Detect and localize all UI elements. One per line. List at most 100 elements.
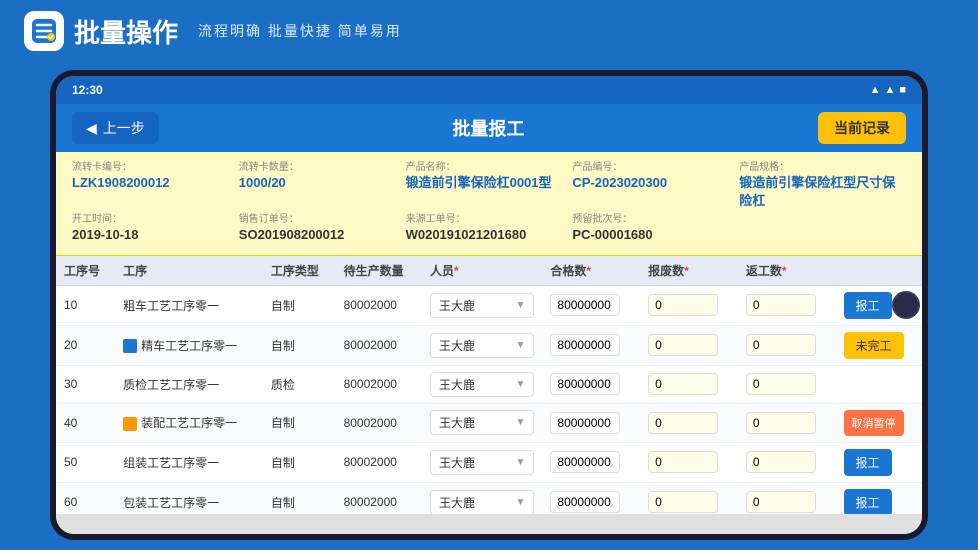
info-card-number: 流转卡编号： LZK1908200012	[72, 162, 239, 210]
rework-input[interactable]	[746, 294, 816, 316]
cell-seq: 10	[56, 285, 115, 325]
col-qty: 待生产数量	[336, 256, 422, 286]
chevron-down-icon: ▼	[515, 300, 525, 311]
qualified-input[interactable]	[550, 412, 620, 434]
home-button[interactable]	[892, 291, 920, 319]
table-header-row: 工序号 工序 工序类型 待生产数量 人员* 合格数* 报废数* 返工数*	[56, 256, 922, 286]
chevron-down-icon: ▼	[515, 457, 525, 468]
person-name: 王大鹿	[439, 414, 475, 431]
bottom-bar	[56, 514, 922, 534]
cell-person[interactable]: 王大鹿▼	[422, 285, 542, 325]
back-arrow-icon: ◀	[86, 120, 97, 137]
baogong-button[interactable]: 报工	[844, 449, 892, 476]
table-row: 50组装工艺工序零一自制80002000王大鹿▼报工	[56, 442, 922, 482]
page-container: ◀ 上一步 批量报工 当前记录 流转卡编号： LZK1908200012 流转卡…	[56, 104, 922, 534]
baogong-button[interactable]: 报工	[844, 489, 892, 514]
info-batch-no: 预留批次号： PC-00001680	[572, 214, 739, 244]
blue-status-icon	[123, 339, 137, 353]
cell-rework[interactable]	[738, 285, 836, 325]
cell-scrap[interactable]	[640, 482, 738, 514]
qualified-input[interactable]	[550, 491, 620, 513]
wifi-icon: ▲	[870, 84, 881, 96]
cell-qty: 80002000	[336, 482, 422, 514]
cell-person[interactable]: 王大鹿 ▼	[422, 442, 542, 482]
data-table: 工序号 工序 工序类型 待生产数量 人员* 合格数* 报废数* 返工数* 10粗…	[56, 256, 922, 514]
scrap-input[interactable]	[648, 491, 718, 513]
cell-rework[interactable]	[738, 325, 836, 365]
rework-input[interactable]	[746, 451, 816, 473]
cell-person[interactable]: 王大鹿▼	[422, 325, 542, 365]
cell-qualified[interactable]	[542, 403, 640, 442]
table-row: 20精车工艺工序零一自制80002000王大鹿▼未完工	[56, 325, 922, 365]
cell-scrap[interactable]	[640, 442, 738, 482]
page-header: ◀ 上一步 批量报工 当前记录	[56, 104, 922, 152]
qualified-input[interactable]	[550, 373, 620, 395]
app-title: 批量操作	[74, 13, 178, 50]
person-name: 王大鹿	[439, 454, 475, 471]
chevron-down-icon: ▼	[515, 417, 525, 428]
cell-person[interactable]: 王大鹿▼	[422, 482, 542, 514]
person-select[interactable]: 王大鹿 ▼	[430, 372, 534, 397]
person-select[interactable]: 王大鹿▼	[430, 293, 534, 318]
cell-qualified[interactable]	[542, 325, 640, 365]
info-product-spec: 产品规格： 锻造前引擎保险杠型尺寸保险杠	[739, 162, 906, 210]
quxiaozhanting-button[interactable]: 取消暂停	[844, 410, 904, 436]
person-select[interactable]: 王大鹿▼	[430, 490, 534, 514]
cell-action[interactable]: 取消暂停	[836, 403, 922, 442]
info-start-time: 开工时间： 2019-10-18	[72, 214, 239, 244]
scrap-input[interactable]	[648, 294, 718, 316]
cell-scrap[interactable]	[640, 325, 738, 365]
person-name: 王大鹿	[439, 376, 475, 393]
person-select[interactable]: 王大鹿 ▼	[430, 450, 534, 475]
person-select[interactable]: 王大鹿 ▼	[430, 410, 534, 435]
weiwangong-button[interactable]: 未完工	[844, 332, 904, 359]
person-select[interactable]: 王大鹿▼	[430, 333, 534, 358]
cell-action[interactable]	[836, 365, 922, 403]
cell-type: 自制	[263, 325, 336, 365]
cell-rework[interactable]	[738, 403, 836, 442]
col-seq: 工序号	[56, 256, 115, 286]
scrap-input[interactable]	[648, 334, 718, 356]
chevron-down-icon: ▼	[515, 379, 525, 390]
cell-rework[interactable]	[738, 482, 836, 514]
info-card-qty: 流转卡数量： 1000/20	[239, 162, 406, 210]
rework-input[interactable]	[746, 412, 816, 434]
table-row: 10粗车工艺工序零一自制80002000王大鹿▼报工	[56, 285, 922, 325]
cell-process: 装配工艺工序零一	[115, 403, 263, 442]
scrap-input[interactable]	[648, 373, 718, 395]
cell-action[interactable]: 报工	[836, 442, 922, 482]
back-button[interactable]: ◀ 上一步	[72, 112, 159, 144]
cell-action[interactable]: 报工	[836, 482, 922, 514]
scrap-input[interactable]	[648, 412, 718, 434]
cell-scrap[interactable]	[640, 403, 738, 442]
table-row: 60包装工艺工序零一自制80002000王大鹿▼报工	[56, 482, 922, 514]
cell-qualified[interactable]	[542, 482, 640, 514]
cell-qualified[interactable]	[542, 285, 640, 325]
col-action	[836, 256, 922, 286]
cell-scrap[interactable]	[640, 365, 738, 403]
cell-person[interactable]: 王大鹿 ▼	[422, 365, 542, 403]
rework-input[interactable]	[746, 334, 816, 356]
qualified-input[interactable]	[550, 294, 620, 316]
scrap-input[interactable]	[648, 451, 718, 473]
cell-scrap[interactable]	[640, 285, 738, 325]
qualified-input[interactable]	[550, 451, 620, 473]
info-card: 流转卡编号： LZK1908200012 流转卡数量： 1000/20 产品名称…	[56, 152, 922, 256]
baogong-button[interactable]: 报工	[844, 292, 892, 319]
info-product-name: 产品名称： 锻造前引擎保险杠0001型	[406, 162, 573, 210]
rework-input[interactable]	[746, 373, 816, 395]
col-process: 工序	[115, 256, 263, 286]
col-rework: 返工数*	[738, 256, 836, 286]
qualified-input[interactable]	[550, 334, 620, 356]
cell-qualified[interactable]	[542, 365, 640, 403]
cell-rework[interactable]	[738, 365, 836, 403]
rework-input[interactable]	[746, 491, 816, 513]
app-icon	[24, 11, 64, 51]
cell-person[interactable]: 王大鹿 ▼	[422, 403, 542, 442]
cell-qualified[interactable]	[542, 442, 640, 482]
record-button[interactable]: 当前记录	[818, 112, 906, 144]
table-row: 40装配工艺工序零一自制80002000王大鹿▼取消暂停	[56, 403, 922, 442]
person-name: 王大鹿	[439, 337, 475, 354]
cell-action[interactable]: 未完工	[836, 325, 922, 365]
cell-rework[interactable]	[738, 442, 836, 482]
